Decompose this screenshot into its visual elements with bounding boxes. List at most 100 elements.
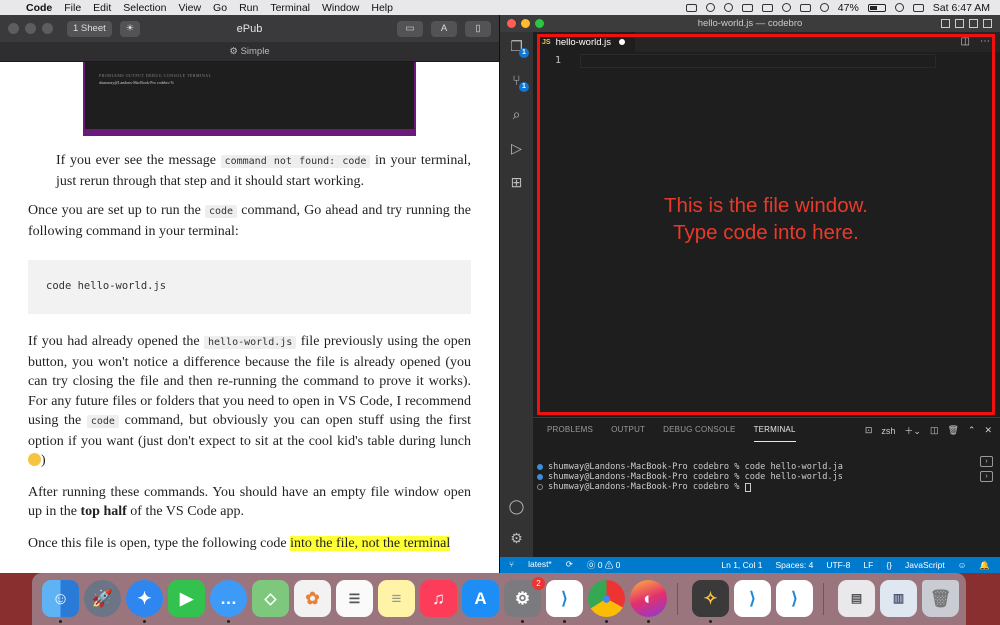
run-debug-icon[interactable]: ▷	[508, 140, 525, 157]
focus-icon[interactable]	[723, 3, 733, 12]
customize-layout-icon[interactable]	[983, 19, 992, 28]
terminal-shell-icon[interactable]: ⊡	[865, 425, 873, 436]
terminal-output[interactable]: shumway@Landons-MacBook-Pro codebro % co…	[537, 462, 843, 492]
terminal-shell-label[interactable]: zsh	[881, 426, 895, 436]
battery-icon[interactable]	[867, 3, 886, 12]
command-decoration-icon[interactable]	[537, 474, 543, 480]
new-terminal-icon[interactable]: ＋⌄	[904, 424, 921, 437]
source-control-badge: 1	[519, 82, 529, 92]
books-minimize-button[interactable]	[25, 23, 36, 34]
control-center-icon[interactable]	[912, 3, 924, 12]
books-zoom-button[interactable]	[42, 23, 53, 34]
wifi-icon[interactable]	[819, 3, 829, 12]
finder-icon[interactable]: ☺	[42, 580, 79, 623]
vscode-minimize-button[interactable]	[521, 19, 530, 28]
trash-icon[interactable]: 🗑	[922, 580, 959, 617]
source-control-icon[interactable]: ⑂ 1	[508, 72, 529, 92]
feedback-icon[interactable]: ☺	[958, 560, 967, 571]
vscode-icon[interactable]: ⟩	[546, 580, 583, 623]
indentation[interactable]: Spaces: 4	[776, 560, 814, 571]
menu-edit[interactable]: Edit	[93, 2, 120, 14]
terminal-instance-icon[interactable]: ›	[980, 471, 993, 482]
menu-window[interactable]: Window	[322, 2, 368, 14]
maps-icon[interactable]: ⬦	[252, 580, 289, 617]
search-icon[interactable]: ⌕	[508, 106, 525, 123]
sync-icon[interactable]: ⟳	[566, 559, 573, 571]
language-mode[interactable]: JavaScript	[905, 560, 945, 571]
command-decoration-icon[interactable]	[537, 464, 543, 470]
firefox-icon[interactable]: ◐	[630, 580, 667, 623]
documents-icon[interactable]: ▥	[880, 580, 917, 617]
split-terminal-icon[interactable]: ◫	[930, 425, 939, 436]
notch-app-icon[interactable]	[685, 3, 697, 12]
tes-icon[interactable]: ✧	[692, 580, 729, 623]
branch-icon[interactable]: ⑂	[509, 559, 514, 571]
tab-output[interactable]: OUTPUT	[611, 418, 645, 442]
maximize-panel-icon[interactable]: ⌃	[968, 425, 976, 436]
menu-view[interactable]: View	[178, 2, 210, 14]
menu-go[interactable]: Go	[213, 2, 236, 14]
manage-gear-icon[interactable]: ⚙	[508, 530, 525, 547]
clock-extra-icon[interactable]	[781, 3, 791, 12]
brightness-icon[interactable]: ☀	[119, 20, 141, 37]
system-preferences-icon[interactable]: ⚙ 2	[504, 577, 545, 623]
downloads-icon[interactable]: ▤	[838, 580, 875, 617]
notifications-bell-icon[interactable]: 🔔	[979, 560, 990, 571]
facetime-icon[interactable]: ▶	[168, 580, 205, 617]
toggle-secondary-sidebar-icon[interactable]	[969, 19, 978, 28]
account-icon[interactable]: ◯	[508, 498, 525, 515]
kill-terminal-icon[interactable]: 🗑	[947, 425, 958, 436]
theme-label[interactable]: Simple	[241, 46, 270, 57]
menu-help[interactable]: Help	[371, 2, 402, 14]
status-circle-icon[interactable]	[705, 3, 715, 12]
tab-debug-console[interactable]: DEBUG CONSOLE	[663, 418, 735, 442]
display-icon[interactable]	[741, 3, 753, 12]
font-icon[interactable]: A	[431, 20, 457, 37]
problems-indicator[interactable]: ⓪ 0 ⚠ 0	[587, 559, 621, 571]
toggle-panel-icon[interactable]	[955, 19, 964, 28]
encoding[interactable]: UTF-8	[826, 560, 850, 571]
bluetooth-icon[interactable]	[799, 3, 811, 12]
safari-icon[interactable]: ✦	[126, 580, 163, 623]
page-icon[interactable]: ▯	[465, 20, 491, 37]
books-close-button[interactable]	[8, 23, 19, 34]
terminal-instance-icon[interactable]: ›	[980, 456, 993, 467]
vscode-close-button[interactable]	[507, 19, 516, 28]
launchpad-icon[interactable]: 🚀	[84, 580, 121, 617]
menu-app-name[interactable]: Code	[26, 2, 61, 14]
vscode-icon[interactable]: ⟩	[776, 580, 813, 617]
menu-run[interactable]: Run	[239, 2, 267, 14]
menu-extra-icon[interactable]	[761, 3, 773, 12]
notes-icon[interactable]: ≡	[378, 580, 415, 617]
app-store-icon[interactable]: A	[462, 580, 499, 617]
sheet-button[interactable]: 1 Sheet	[67, 20, 112, 37]
spotlight-icon[interactable]	[894, 3, 904, 12]
messages-icon[interactable]: …	[210, 580, 247, 623]
end-of-line[interactable]: LF	[863, 560, 873, 571]
photos-icon[interactable]: ✿	[294, 580, 331, 617]
explorer-icon[interactable]: ❐ 1	[508, 38, 529, 58]
chrome-icon[interactable]: ●	[588, 580, 625, 623]
reminders-icon[interactable]: ☰	[336, 580, 373, 617]
close-panel-icon[interactable]: ✕	[984, 425, 992, 436]
vscode-zoom-button[interactable]	[535, 19, 544, 28]
paragraph-3-text-d: )	[41, 453, 46, 468]
vscode-insiders-icon[interactable]: ⟩	[734, 580, 771, 617]
menubar-clock[interactable]: Sat 6:47 AM	[933, 2, 990, 14]
branch-label[interactable]: latest*	[528, 559, 552, 571]
menu-selection[interactable]: Selection	[123, 2, 175, 14]
cursor-position[interactable]: Ln 1, Col 1	[721, 560, 762, 571]
extensions-icon[interactable]: ⊞	[508, 174, 525, 191]
menu-file[interactable]: File	[64, 2, 90, 14]
folder-icon[interactable]: ▭	[397, 20, 423, 37]
toggle-sidebar-icon[interactable]	[941, 19, 950, 28]
battery-percent[interactable]: 47%	[838, 2, 859, 14]
gear-icon[interactable]: ⚙	[229, 46, 238, 57]
menu-terminal[interactable]: Terminal	[270, 2, 319, 14]
command-decoration-icon[interactable]	[537, 484, 543, 490]
tab-terminal[interactable]: TERMINAL	[753, 418, 796, 442]
tab-problems[interactable]: PROBLEMS	[547, 418, 593, 442]
books-theme-bar: ⚙ Simple	[0, 42, 499, 62]
highlighted-text: into the file, not the terminal	[290, 535, 451, 551]
music-icon[interactable]: ♫	[420, 580, 457, 617]
